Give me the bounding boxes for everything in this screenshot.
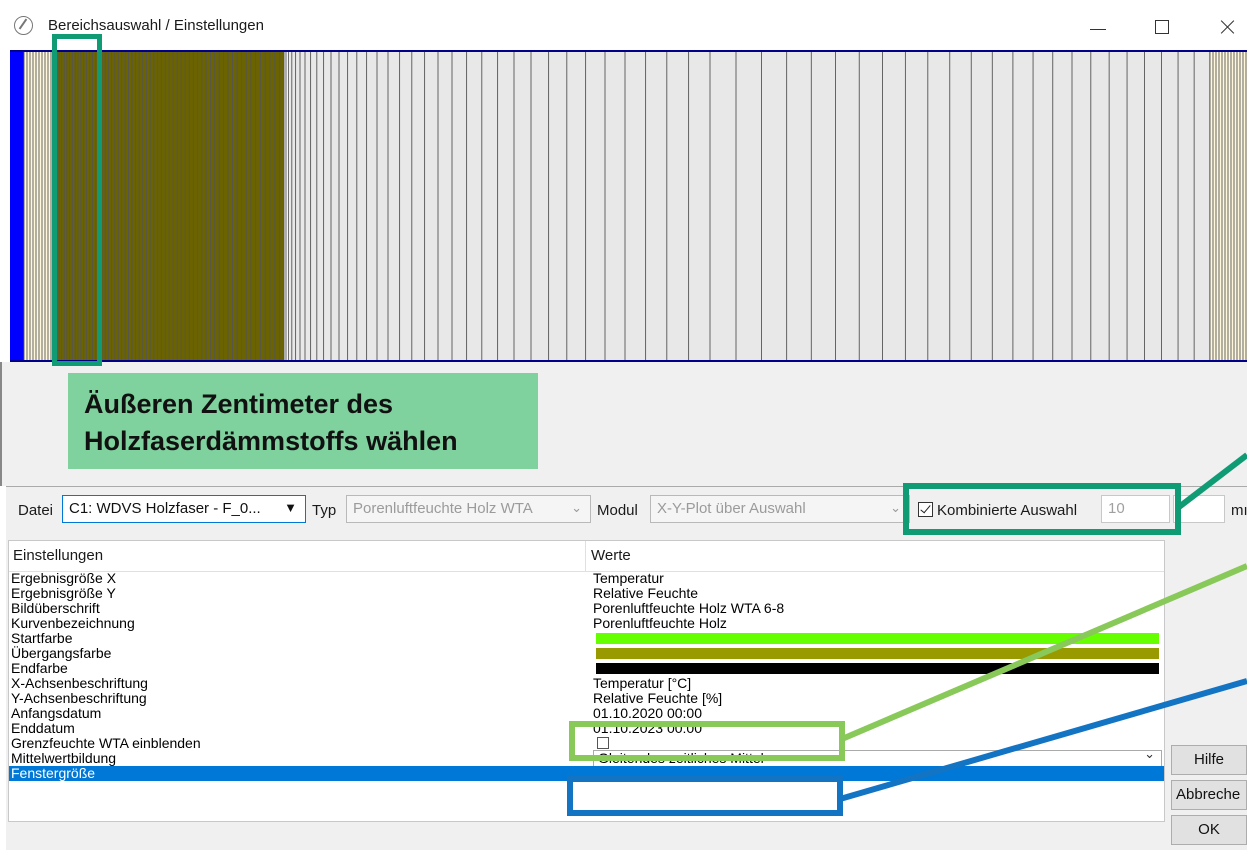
modul-select[interactable]: X-Y-Plot über Auswahl ⌄ <box>650 495 910 523</box>
ok-button[interactable]: OK <box>1171 815 1247 845</box>
unit-label: mı <box>1231 502 1247 519</box>
modul-label: Modul <box>597 502 638 519</box>
datei-value: C1: WDVS Holzfaser - F_0... <box>69 500 261 517</box>
typ-label: Typ <box>312 502 337 519</box>
header-werte: Werte <box>591 547 631 564</box>
table-row[interactable]: Bildüberschrift Porenluftfeuchte Holz WTA… <box>9 600 1164 616</box>
datei-label: Datei <box>18 502 54 519</box>
annotation-text: Äußeren Zentimeter des Holzfaserdämmstof… <box>84 389 458 456</box>
table-row[interactable]: Übergangsfarbe <box>9 645 1164 661</box>
transition-layer[interactable] <box>284 50 290 362</box>
table-row[interactable]: Endfarbe <box>9 660 1164 676</box>
chevron-down-icon: ⌄ <box>571 500 582 515</box>
table-row[interactable]: X-Achsenbeschriftung Temperatur [°C] <box>9 675 1164 691</box>
modul-value: X-Y-Plot über Auswahl <box>657 500 806 517</box>
window-title: Bereichsauswahl / Einstellungen <box>48 17 264 34</box>
cancel-button[interactable]: Abbreche <box>1171 780 1247 810</box>
highlight-mittelwertbildung <box>567 776 843 816</box>
color-swatch[interactable] <box>596 663 1159 674</box>
header-separator <box>585 541 586 571</box>
table-row[interactable]: Y-Achsenbeschriftung Relative Feuchte [%] <box>9 690 1164 706</box>
header-einstellungen: Einstellungen <box>13 547 104 564</box>
table-row[interactable]: Startfarbe <box>9 630 1164 646</box>
chevron-down-icon: ▼ <box>284 500 297 515</box>
chevron-down-icon: ⌄ <box>1144 747 1155 762</box>
color-swatch[interactable] <box>596 648 1159 659</box>
color-swatch[interactable] <box>596 633 1159 644</box>
outer-blue-layer[interactable] <box>10 50 24 362</box>
highlight-outer-centimeter <box>52 34 102 366</box>
top-border <box>10 50 1247 52</box>
table-row[interactable]: Ergebnisgröße Y Relative Feuchte <box>9 585 1164 601</box>
title-bar: Bereichsauswahl / Einstellungen <box>0 0 1247 50</box>
minimize-button[interactable] <box>1078 10 1118 42</box>
app-icon <box>14 16 33 35</box>
table-row[interactable]: Ergebnisgröße X Temperatur <box>9 570 1164 586</box>
highlight-kombinierte-auswahl <box>903 483 1181 535</box>
layer-cross-section[interactable] <box>10 50 1247 362</box>
annotation-label-box: Äußeren Zentimeter des Holzfaserdämmstof… <box>68 373 538 469</box>
typ-select[interactable]: Porenluftfeuchte Holz WTA ⌄ <box>346 495 591 523</box>
typ-value: Porenluftfeuchte Holz WTA <box>353 500 533 517</box>
maximize-button[interactable] <box>1142 10 1182 42</box>
help-button[interactable]: Hilfe <box>1171 745 1247 775</box>
table-row[interactable]: Kurvenbezeichnung Porenluftfeuchte Holz <box>9 615 1164 631</box>
layer-lines[interactable] <box>10 50 1247 362</box>
highlight-anfangsdatum <box>569 721 845 761</box>
chevron-down-icon: ⌄ <box>890 500 901 515</box>
close-button[interactable] <box>1208 10 1247 42</box>
table-row[interactable]: Anfangsdatum 01.10.2020 00:00 <box>9 705 1164 721</box>
row-key: Fenstergröße <box>11 765 96 781</box>
datei-select[interactable]: C1: WDVS Holzfaser - F_0... ▼ <box>62 495 306 523</box>
row-value: Porenluftfeuchte Holz <box>593 615 727 631</box>
table-header: Einstellungen Werte <box>9 541 1164 572</box>
